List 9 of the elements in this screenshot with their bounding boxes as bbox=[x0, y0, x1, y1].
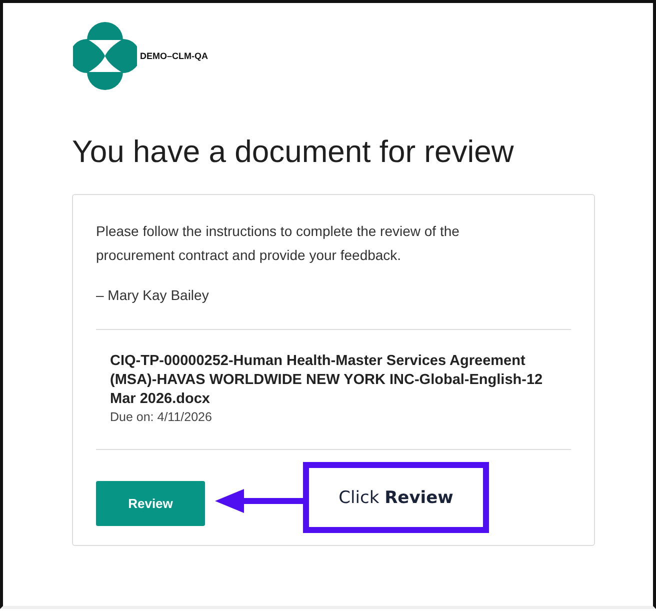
review-button[interactable]: Review bbox=[96, 481, 205, 526]
org-name: DEMO–CLM-QA bbox=[140, 51, 208, 61]
page-heading: You have a document for review bbox=[72, 134, 515, 170]
document-name: CIQ-TP-00000252-Human Health-Master Services Agreement (MSA)-HAVAS WORLDWIDE NEW YORK INC-Global-English-12 Mar 2026.docx bbox=[110, 352, 544, 409]
signature-text: – Mary Kay Bailey bbox=[96, 287, 210, 303]
message-text: Please follow the instructions to complete the review of the procurement contract and provide your feedback. bbox=[96, 222, 460, 265]
callout-text: Click Review bbox=[338, 488, 454, 508]
due-date: Due on: 4/11/2026 bbox=[110, 410, 213, 424]
logo-icon bbox=[73, 22, 137, 90]
